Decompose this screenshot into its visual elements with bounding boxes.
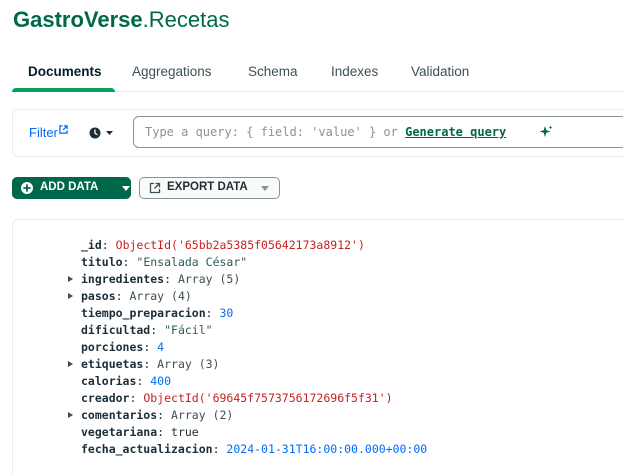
document-field-etiquetas[interactable]: etiquetas: Array (3) [68, 356, 427, 373]
plus-circle-icon [21, 182, 33, 194]
field-key: ingredientes [81, 272, 165, 286]
field-colon: : [143, 357, 158, 371]
field-value: 2024-01-31T16:00:00.000+00:00 [226, 442, 428, 456]
field-colon: : [150, 323, 165, 337]
field-value: 30 [219, 306, 234, 320]
export-icon [149, 182, 161, 194]
field-colon: : [115, 289, 130, 303]
field-key: dificultad [81, 323, 151, 337]
document-field-titulo: titulo: "Ensalada César" [81, 254, 427, 271]
add-data-label: ADD DATA [40, 181, 99, 193]
field-key: titulo [81, 255, 123, 269]
export-data-caret-icon [261, 186, 269, 191]
field-value: "Fácil" [164, 323, 213, 337]
document-field-fecha-actualizacion: fecha_actualizacion: 2024-01-31T16:00:00… [81, 441, 427, 458]
field-value: Array (2) [171, 408, 234, 422]
expand-arrow-icon[interactable] [68, 361, 73, 367]
expand-arrow-icon[interactable] [68, 412, 73, 418]
field-value: Array (3) [157, 357, 220, 371]
field-key: comentarios [81, 408, 158, 422]
field-value: "Ensalada César" [136, 255, 248, 269]
collection-title: GastroVerse.Recetas [13, 6, 229, 34]
field-key: fecha_actualizacion [81, 442, 213, 456]
document-field-ingredientes[interactable]: ingredientes: Array (5) [68, 271, 427, 288]
field-value: ObjectId('69645f7573756172696f5f31') [143, 391, 393, 405]
generate-query-link[interactable]: Generate query [405, 125, 506, 139]
document-field-creador: creador: ObjectId('69645f7573756172696f5… [81, 390, 427, 407]
document-field-tiempo-preparacion: tiempo_preparacion: 30 [81, 305, 427, 322]
query-input[interactable]: Type a query: { field: 'value' } or Gene… [133, 116, 623, 148]
database-name: GastroVerse [13, 7, 143, 32]
active-tab-indicator [12, 88, 115, 92]
document-fields: _id: ObjectId('65bb2a5385f05642173a8912'… [68, 237, 427, 458]
query-placeholder-text: Type a query: { field: 'value' } or [145, 125, 406, 139]
field-key: porciones [81, 340, 144, 354]
tab-validation[interactable]: Validation [411, 64, 469, 79]
field-key: vegetariana [81, 425, 158, 439]
field-key: pasos [81, 289, 116, 303]
field-colon: : [136, 374, 151, 388]
tab-aggregations[interactable]: Aggregations [132, 64, 212, 79]
field-colon: : [157, 408, 172, 422]
field-colon: : [212, 442, 227, 456]
field-value: 400 [150, 374, 172, 388]
add-data-button[interactable]: ADD DATA [12, 177, 131, 199]
filter-bar: Filter Type a query: { field: 'value' } … [12, 109, 623, 157]
field-colon: : [101, 238, 116, 252]
field-value: Array (5) [177, 272, 241, 286]
document-field--id: _id: ObjectId('65bb2a5385f05642173a8912'… [81, 237, 427, 254]
document-card: _id: ObjectId('65bb2a5385f05642173a8912'… [12, 219, 623, 474]
field-colon: : [164, 272, 178, 286]
field-colon: : [205, 306, 220, 320]
field-value: Array (4) [129, 289, 192, 303]
field-value: 4 [157, 340, 165, 354]
document-field-pasos[interactable]: pasos: Array (4) [68, 288, 427, 305]
field-key: tiempo_preparacion [81, 306, 206, 320]
expand-arrow-icon[interactable] [68, 293, 73, 299]
field-key: creador [81, 391, 130, 405]
field-colon: : [129, 391, 144, 405]
document-field-calorias: calorias: 400 [81, 373, 427, 390]
document-field-dificultad: dificultad: "Fácil" [81, 322, 427, 339]
expand-arrow-icon[interactable] [68, 276, 73, 282]
export-data-label: EXPORT DATA [167, 181, 248, 193]
tab-indexes[interactable]: Indexes [331, 64, 378, 79]
field-colon: : [143, 340, 158, 354]
export-data-button[interactable]: EXPORT DATA [139, 177, 280, 199]
tab-documents[interactable]: Documents [28, 64, 102, 79]
field-key: etiquetas [81, 357, 144, 371]
filter-label: Filter [29, 125, 58, 140]
collection-tabs: Documents Aggregations Schema Indexes Va… [12, 56, 623, 92]
document-field-vegetariana: vegetariana: true [81, 424, 427, 441]
query-placeholder: Type a query: { field: 'value' } or Gene… [145, 125, 506, 139]
tab-schema[interactable]: Schema [248, 64, 298, 79]
field-value: true [171, 425, 199, 439]
external-link-icon [59, 125, 68, 134]
document-field-comentarios[interactable]: comentarios: Array (2) [68, 407, 427, 424]
field-key: calorias [81, 374, 137, 388]
query-history-clock-icon[interactable] [89, 126, 115, 140]
field-colon: : [122, 255, 137, 269]
field-colon: : [157, 425, 172, 439]
sparkle-icon[interactable] [539, 125, 553, 139]
field-value: ObjectId('65bb2a5385f05642173a8912') [115, 238, 365, 252]
add-data-caret-icon [122, 186, 130, 191]
collection-name: Recetas [148, 7, 230, 32]
document-field-porciones: porciones: 4 [81, 339, 427, 356]
field-key: _id [81, 238, 102, 252]
filter-link[interactable]: Filter [29, 125, 68, 140]
